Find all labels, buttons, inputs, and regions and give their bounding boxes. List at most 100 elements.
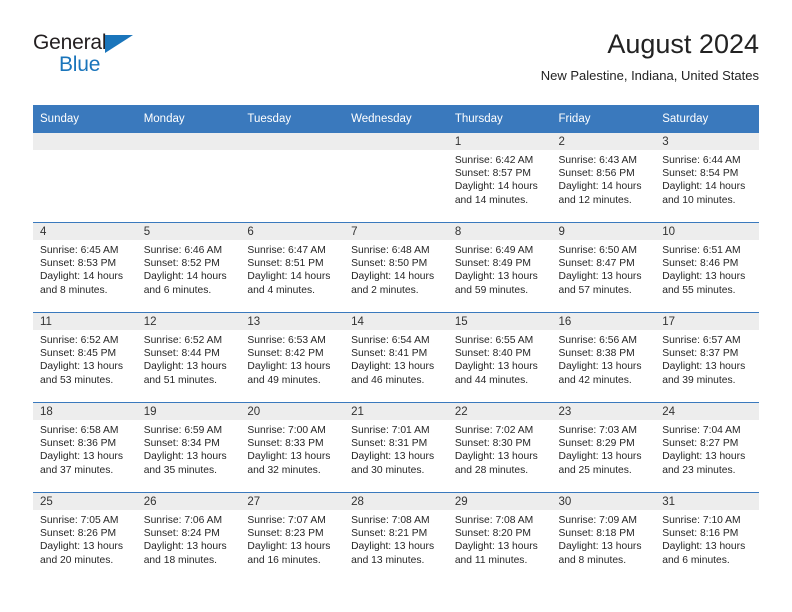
sunset-text: Sunset: 8:21 PM — [351, 528, 428, 540]
day-number: 18 — [33, 403, 137, 420]
sunrise-text: Sunrise: 6:49 AM — [454, 245, 534, 256]
day-number: 2 — [551, 133, 656, 150]
day-details: Sunrise: 6:47 AM Sunset: 8:51 PM Daylight:… — [240, 240, 344, 297]
calendar-day-cell[interactable]: 19 Sunrise: 6:59 AM Sunset: 8:34 PM Dayligh… — [136, 402, 241, 493]
sunset-text: Sunset: 8:40 PM — [454, 348, 531, 360]
daylight-text-line2: and 23 minutes. — [662, 464, 736, 476]
daylight-text-line2: and 53 minutes. — [40, 374, 114, 386]
day-number: 29 — [447, 493, 552, 510]
sunrise-text: Sunrise: 6:50 AM — [558, 245, 637, 256]
calendar-day-cell[interactable]: 18 Sunrise: 6:58 AM Sunset: 8:36 PM Dayligh… — [33, 402, 137, 493]
sunset-text: Sunset: 8:42 PM — [247, 348, 324, 360]
sunset-text: Sunset: 8:20 PM — [454, 528, 531, 540]
day-details: Sunrise: 6:50 AM Sunset: 8:47 PM Daylight:… — [552, 240, 656, 297]
calendar-day-cell[interactable]: 1 Sunrise: 6:42 AM Sunset: 8:57 PM Daylight… — [447, 132, 552, 223]
daylight-text-line1: Daylight: 14 hours — [351, 271, 435, 283]
sunrise-text: Sunrise: 6:44 AM — [662, 155, 741, 166]
calendar-day-cell[interactable]: 15 Sunrise: 6:55 AM Sunset: 8:40 PM Dayligh… — [447, 312, 552, 403]
sunset-text: Sunset: 8:57 PM — [454, 168, 531, 180]
daylight-text-line2: and 8 minutes. — [558, 554, 627, 566]
calendar-body: 1 Sunrise: 6:42 AM Sunset: 8:57 PM Daylight… — [33, 132, 759, 582]
daylight-text-line1: Daylight: 13 hours — [662, 541, 746, 553]
calendar-day-cell[interactable]: 10 Sunrise: 6:51 AM Sunset: 8:46 PM Dayligh… — [655, 222, 759, 313]
day-details: Sunrise: 7:08 AM Sunset: 8:21 PM Daylight:… — [344, 510, 448, 567]
sunrise-text: Sunrise: 7:09 AM — [558, 515, 637, 526]
sunrise-text: Sunrise: 6:48 AM — [351, 245, 430, 256]
calendar-day-cell[interactable]: 22 Sunrise: 7:02 AM Sunset: 8:30 PM Dayligh… — [447, 402, 552, 493]
sunrise-text: Sunrise: 6:45 AM — [40, 245, 119, 256]
calendar-day-cell[interactable]: 29 Sunrise: 7:08 AM Sunset: 8:20 PM Dayligh… — [447, 492, 552, 582]
calendar-day-cell[interactable]: 12 Sunrise: 6:52 AM Sunset: 8:44 PM Dayligh… — [136, 312, 241, 403]
day-number: 15 — [447, 313, 552, 330]
daylight-text-line2: and 13 minutes. — [351, 554, 425, 566]
sunrise-text: Sunrise: 6:56 AM — [558, 335, 637, 346]
day-number: 20 — [240, 403, 345, 420]
daylight-text-line1: Daylight: 14 hours — [143, 271, 227, 283]
day-details: Sunrise: 7:09 AM Sunset: 8:18 PM Daylight:… — [552, 510, 656, 567]
calendar-day-cell-empty — [33, 132, 137, 223]
calendar-day-cell[interactable]: 4 Sunrise: 6:45 AM Sunset: 8:53 PM Daylight… — [33, 222, 137, 313]
calendar-day-cell[interactable]: 6 Sunrise: 6:47 AM Sunset: 8:51 PM Daylight… — [240, 222, 345, 313]
calendar-day-cell[interactable]: 14 Sunrise: 6:54 AM Sunset: 8:41 PM Dayligh… — [344, 312, 448, 403]
calendar-day-cell[interactable]: 23 Sunrise: 7:03 AM Sunset: 8:29 PM Dayligh… — [551, 402, 656, 493]
day-details: Sunrise: 6:42 AM Sunset: 8:57 PM Daylight:… — [448, 150, 552, 207]
daylight-text-line2: and 6 minutes. — [662, 554, 730, 566]
day-number: 1 — [447, 133, 552, 150]
page-title: August 2024 — [607, 29, 759, 59]
day-number: 22 — [447, 403, 552, 420]
sunset-text: Sunset: 8:38 PM — [558, 348, 635, 360]
day-number: 5 — [136, 223, 241, 240]
daylight-text-line2: and 57 minutes. — [558, 284, 632, 296]
sunrise-text: Sunrise: 6:54 AM — [351, 335, 430, 346]
calendar-day-cell[interactable]: 3 Sunrise: 6:44 AM Sunset: 8:54 PM Daylight… — [655, 132, 759, 223]
daylight-text-line1: Daylight: 13 hours — [143, 541, 227, 553]
calendar-day-cell[interactable]: 16 Sunrise: 6:56 AM Sunset: 8:38 PM Dayligh… — [551, 312, 656, 403]
sunset-text: Sunset: 8:31 PM — [351, 438, 428, 450]
calendar-day-cell[interactable]: 27 Sunrise: 7:07 AM Sunset: 8:23 PM Dayligh… — [240, 492, 345, 582]
weekday-header-saturday: Saturday — [655, 105, 759, 133]
sunset-text: Sunset: 8:29 PM — [558, 438, 635, 450]
calendar-day-cell[interactable]: 9 Sunrise: 6:50 AM Sunset: 8:47 PM Daylight… — [551, 222, 656, 313]
calendar-day-cell[interactable]: 26 Sunrise: 7:06 AM Sunset: 8:24 PM Dayligh… — [136, 492, 241, 582]
calendar-day-cell[interactable]: 28 Sunrise: 7:08 AM Sunset: 8:21 PM Dayligh… — [344, 492, 448, 582]
calendar-day-cell[interactable]: 13 Sunrise: 6:53 AM Sunset: 8:42 PM Dayligh… — [240, 312, 345, 403]
daylight-text-line2: and 51 minutes. — [143, 374, 217, 386]
calendar-day-cell[interactable]: 11 Sunrise: 6:52 AM Sunset: 8:45 PM Dayligh… — [33, 312, 137, 403]
day-number — [240, 133, 345, 150]
daylight-text-line2: and 20 minutes. — [40, 554, 114, 566]
calendar-day-cell[interactable]: 5 Sunrise: 6:46 AM Sunset: 8:52 PM Daylight… — [136, 222, 241, 313]
day-number — [344, 133, 448, 150]
sunrise-text: Sunrise: 6:53 AM — [247, 335, 326, 346]
daylight-text-line1: Daylight: 13 hours — [40, 451, 123, 463]
day-details: Sunrise: 6:56 AM Sunset: 8:38 PM Daylight:… — [552, 330, 656, 387]
daylight-text-line1: Daylight: 13 hours — [351, 541, 435, 553]
daylight-text-line1: Daylight: 14 hours — [558, 181, 642, 193]
calendar-day-cell[interactable]: 8 Sunrise: 6:49 AM Sunset: 8:49 PM Daylight… — [447, 222, 552, 313]
sunrise-text: Sunrise: 6:52 AM — [40, 335, 119, 346]
calendar-day-cell[interactable]: 17 Sunrise: 6:57 AM Sunset: 8:37 PM Dayligh… — [655, 312, 759, 403]
daylight-text-line1: Daylight: 13 hours — [454, 271, 538, 283]
calendar-day-cell[interactable]: 7 Sunrise: 6:48 AM Sunset: 8:50 PM Daylight… — [344, 222, 448, 313]
calendar-day-cell[interactable]: 20 Sunrise: 7:00 AM Sunset: 8:33 PM Dayligh… — [240, 402, 345, 493]
calendar-day-cell[interactable]: 25 Sunrise: 7:05 AM Sunset: 8:26 PM Dayligh… — [33, 492, 137, 582]
calendar-day-cell[interactable]: 21 Sunrise: 7:01 AM Sunset: 8:31 PM Dayligh… — [344, 402, 448, 493]
daylight-text-line2: and 8 minutes. — [40, 284, 108, 296]
generalblue-logo[interactable]: General Blue — [33, 32, 233, 88]
logo-triangle-icon — [105, 35, 133, 53]
calendar-week-row: 4 Sunrise: 6:45 AM Sunset: 8:53 PM Daylight… — [33, 222, 759, 313]
day-number: 9 — [551, 223, 656, 240]
sunrise-text: Sunrise: 7:08 AM — [351, 515, 430, 526]
calendar-day-cell[interactable]: 2 Sunrise: 6:43 AM Sunset: 8:56 PM Daylight… — [551, 132, 656, 223]
calendar-day-cell[interactable]: 31 Sunrise: 7:10 AM Sunset: 8:16 PM Dayligh… — [655, 492, 759, 582]
sunset-text: Sunset: 8:54 PM — [662, 168, 739, 180]
day-number: 13 — [240, 313, 345, 330]
day-number: 21 — [344, 403, 448, 420]
daylight-text-line1: Daylight: 13 hours — [662, 451, 746, 463]
daylight-text-line1: Daylight: 13 hours — [40, 361, 123, 373]
calendar-day-cell[interactable]: 24 Sunrise: 7:04 AM Sunset: 8:27 PM Dayligh… — [655, 402, 759, 493]
daylight-text-line2: and 18 minutes. — [143, 554, 217, 566]
day-number: 14 — [344, 313, 448, 330]
day-details: Sunrise: 7:05 AM Sunset: 8:26 PM Daylight:… — [33, 510, 137, 567]
calendar-day-cell[interactable]: 30 Sunrise: 7:09 AM Sunset: 8:18 PM Dayligh… — [551, 492, 656, 582]
day-number — [33, 133, 137, 150]
